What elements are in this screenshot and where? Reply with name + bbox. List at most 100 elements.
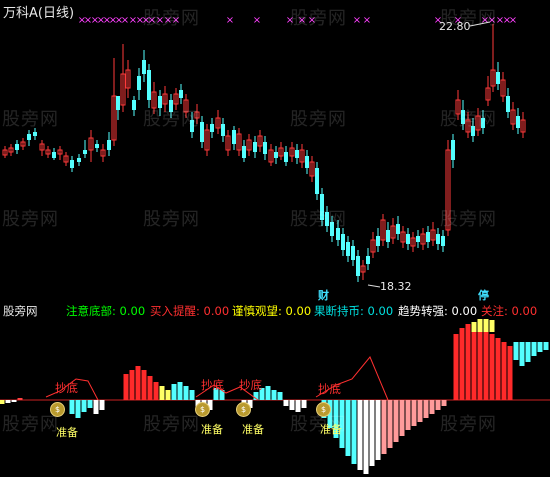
histogram-tail [525, 342, 531, 362]
histogram-bar [411, 400, 417, 426]
legend-item-bottom: 注意底部: 0.00 [66, 303, 145, 319]
watermark: 股旁网 [440, 109, 497, 130]
legend-item-hold: 果断持币: 0.00 [314, 303, 393, 319]
histogram-bar [465, 324, 471, 400]
legend-label: 趋势转强: [398, 304, 448, 318]
legend-label: 谨慎观望: [232, 304, 282, 318]
histogram-bar [435, 400, 441, 410]
candle-body [356, 256, 360, 276]
candle-body [416, 236, 420, 242]
histogram-bar [459, 328, 465, 400]
legend-value: 0.00 [285, 304, 312, 318]
candle-body [77, 158, 81, 162]
signal-marker: × [509, 15, 517, 26]
candle-body [70, 160, 74, 168]
high-price-label: 22.80 [439, 20, 471, 33]
candle-body [376, 236, 380, 246]
candle-body [315, 168, 319, 194]
histogram-bar [477, 326, 483, 400]
bottom-signal-label: 抄底 [239, 378, 262, 392]
signal-marker: × [226, 15, 234, 26]
candle-body [295, 150, 299, 158]
indicator-name: 股旁网 [3, 304, 38, 318]
coin-icon: $ [236, 402, 251, 417]
candle-body [253, 142, 257, 152]
histogram-bar [17, 398, 23, 400]
coin-icon: $ [195, 402, 210, 417]
histogram-bar [153, 382, 159, 400]
watermark: 股旁网 [143, 414, 200, 435]
legend-label: 买入提醒: [150, 304, 200, 318]
histogram-bar [265, 386, 271, 400]
candle-body [137, 76, 141, 90]
coin-icon: $ [316, 402, 331, 417]
histogram-bar [405, 400, 411, 430]
watermark: 股旁网 [143, 209, 200, 230]
histogram-bar [471, 322, 477, 400]
histogram-bar [177, 382, 183, 400]
prepare-label: 准备 [201, 423, 223, 436]
prepare-label: 准备 [56, 426, 78, 439]
watermark: 股旁网 [440, 209, 497, 230]
histogram-bar [393, 400, 399, 442]
histogram-bar [429, 400, 435, 414]
prepare-label: 准备 [242, 423, 264, 436]
watermark: 股旁网 [440, 414, 497, 435]
candle-body [284, 152, 288, 162]
legend-value: 0.00 [451, 304, 478, 318]
histogram-bar [81, 400, 87, 412]
candle-body [366, 256, 370, 264]
candle-body [346, 242, 350, 256]
candle-body [27, 134, 31, 140]
marker-ting: 停 [478, 289, 489, 302]
candlestick-chart[interactable]: ×××××××× ×××× × × × × × × × × × × × × ×× ××× [0, 0, 550, 300]
signal-marker: × [363, 15, 371, 26]
watermark: 股旁网 [290, 8, 347, 29]
bottom-signal-label: 抄底 [318, 382, 341, 396]
histogram-bar [277, 392, 283, 400]
histogram-bar [93, 400, 99, 414]
coin-icon: $ [50, 402, 65, 417]
histogram-bar [0, 400, 5, 404]
candle-body [52, 152, 56, 158]
watermark: 股旁网 [2, 209, 59, 230]
legend-label: 关注: [481, 304, 508, 318]
candle-body [341, 234, 345, 250]
histogram-bar [351, 400, 357, 464]
watermark: 股旁网 [2, 109, 59, 130]
histogram-bar [87, 400, 93, 408]
histogram-bar [495, 338, 501, 400]
histogram-bar [501, 342, 507, 400]
candle-body [351, 246, 355, 260]
candle-body [95, 144, 99, 148]
candle-body [506, 96, 510, 112]
watermark: 股旁网 [143, 8, 200, 29]
low-pointer [367, 284, 381, 288]
histogram-bar [301, 400, 307, 408]
prepare-label: 准备 [320, 423, 342, 436]
histogram-bar [75, 400, 81, 418]
candle-body [305, 156, 309, 168]
candle-body [142, 60, 146, 74]
histogram-bar [289, 400, 295, 410]
indicator-chart[interactable] [0, 319, 550, 477]
histogram-cap [477, 319, 483, 332]
candle-body [386, 230, 390, 242]
legend-value: 0.00 [367, 304, 394, 318]
candle-body [210, 124, 214, 132]
histogram-bar [183, 386, 189, 400]
histogram-bar [453, 334, 459, 400]
candle-body [396, 224, 400, 234]
candle-body [83, 150, 87, 154]
histogram-bar [271, 390, 277, 400]
candle-body [116, 96, 120, 110]
signal-marker: × [253, 15, 261, 26]
histogram-bar [5, 400, 11, 403]
histogram-tail [513, 342, 519, 360]
bottom-signal-label: 抄底 [201, 378, 224, 392]
histogram-bar [189, 390, 195, 400]
histogram-bar [159, 386, 165, 400]
histogram-bar [123, 374, 129, 400]
candle-body [406, 234, 410, 244]
legend-value: 0.00 [511, 304, 538, 318]
